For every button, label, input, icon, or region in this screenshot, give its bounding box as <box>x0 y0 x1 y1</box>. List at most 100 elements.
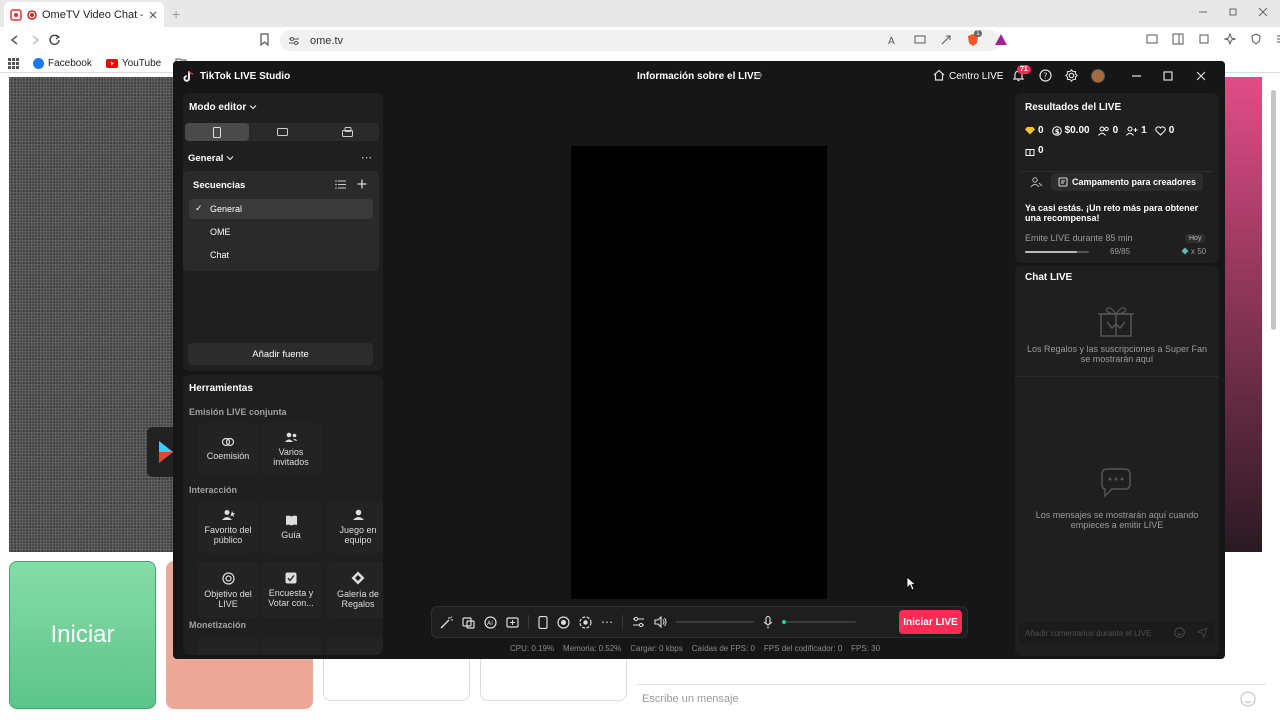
audio-mixer-icon[interactable] <box>632 616 645 628</box>
monetization-tool[interactable] <box>260 637 322 655</box>
close-window-icon[interactable] <box>1258 6 1268 18</box>
multi-guest-tool[interactable]: Varios invitados <box>260 423 322 475</box>
scene-group-dropdown[interactable]: General <box>188 153 223 164</box>
sequence-item[interactable]: ✓ General <box>189 199 373 219</box>
apps-grid-icon[interactable] <box>8 57 19 69</box>
likes-stat: 0 <box>1155 125 1174 136</box>
effects-icon[interactable] <box>462 616 475 629</box>
performance-status-bar: CPU: 0.19% Memoria: 0.52% Cargar: 0 kbps… <box>510 644 910 656</box>
forward-icon[interactable] <box>29 34 41 46</box>
layout-icon[interactable] <box>506 616 519 629</box>
team-game-icon <box>352 509 364 520</box>
browser-tab[interactable]: OmeTV Video Chat — Omeg <box>4 2 164 27</box>
home-icon[interactable] <box>933 69 945 81</box>
translate-icon[interactable]: A <box>888 34 900 46</box>
chat-comment-input[interactable]: Añadir comentarios durante el LIVE <box>1019 622 1215 644</box>
page-scrollbar[interactable] <box>1270 88 1278 708</box>
magic-wand-icon[interactable] <box>440 615 453 629</box>
reload-icon[interactable] <box>48 33 61 46</box>
settings-gear-icon[interactable] <box>1065 69 1078 82</box>
divider <box>1015 376 1219 377</box>
scrollbar-thumb[interactable] <box>1271 90 1276 330</box>
studio-minimize-icon[interactable] <box>1131 71 1142 81</box>
share-arrow-icon[interactable] <box>752 70 763 81</box>
dual-mode-button[interactable] <box>315 123 379 141</box>
more-options-icon[interactable]: ⋯ <box>361 151 372 164</box>
cohost-tool[interactable]: Coemisión <box>197 423 259 475</box>
monetization-tool[interactable] <box>197 637 259 655</box>
sequence-item[interactable]: OME <box>189 222 373 242</box>
bookmark-facebook[interactable]: Facebook <box>33 57 92 69</box>
wallet-icon[interactable] <box>1146 33 1158 45</box>
ai-assistant-icon[interactable] <box>1224 33 1236 45</box>
team-game-tool[interactable]: Juego en equipo <box>327 501 383 553</box>
bookmark-icon[interactable] <box>259 33 270 46</box>
address-bar-actions: A 1 <box>888 30 1008 47</box>
start-live-button[interactable]: Iniciar LIVE <box>899 610 962 634</box>
editor-mode-dropdown[interactable]: Modo editor <box>189 102 246 113</box>
ai-icon[interactable]: AI <box>484 615 497 629</box>
creator-camp-button[interactable]: Campamento para creadores <box>1051 173 1204 191</box>
site-info-icon[interactable] <box>288 36 300 46</box>
new-tab-button[interactable]: + <box>172 6 180 22</box>
menu-icon[interactable] <box>1276 33 1280 45</box>
google-play-badge[interactable] <box>147 427 175 477</box>
monetization-tool[interactable] <box>327 637 383 655</box>
favorite-audience-tool[interactable]: Favorito del público <box>197 501 259 553</box>
chevron-down-icon[interactable] <box>226 154 234 162</box>
user-avatar[interactable] <box>1091 69 1105 83</box>
vpn-shield-icon[interactable] <box>1250 33 1262 45</box>
task-progress-text: 69/85 <box>1110 247 1131 256</box>
bookmark-youtube[interactable]: YouTube <box>105 58 161 69</box>
sequence-item[interactable]: Chat <box>189 245 373 265</box>
send-icon[interactable] <box>1197 627 1208 638</box>
more-controls-icon[interactable]: ⋯ <box>601 615 613 629</box>
gift-gallery-tool[interactable]: Galería de Regalos <box>327 562 383 618</box>
live-preview-canvas[interactable] <box>571 146 827 599</box>
replay-icon[interactable] <box>579 615 592 629</box>
help-icon[interactable]: ? <box>1039 69 1052 82</box>
heart-icon <box>1155 125 1166 136</box>
live-center-link[interactable]: Centro LIVE <box>949 71 1003 82</box>
live-goal-tool[interactable]: Objetivo del LIVE <box>197 562 259 618</box>
emoji-icon[interactable] <box>1174 627 1185 638</box>
monetization-section-label: Monetización <box>189 620 247 630</box>
portrait-mode-button[interactable] <box>185 123 249 141</box>
results-stats-row: 0 $ $0.00 0 1 0 <box>1025 125 1174 136</box>
stream-control-bar: AI ⋯ <box>431 606 968 638</box>
sidebar-icon[interactable] <box>1172 33 1184 45</box>
speaker-icon[interactable] <box>654 616 667 628</box>
brave-shield-icon[interactable]: 1 <box>966 30 982 47</box>
reward-icon <box>1181 247 1189 255</box>
tab-close-icon[interactable] <box>148 10 158 20</box>
brave-rewards-icon[interactable] <box>994 33 1008 47</box>
emoji-icon[interactable] <box>1240 691 1256 707</box>
restore-window-icon[interactable] <box>1228 6 1238 18</box>
cast-icon[interactable] <box>914 34 926 46</box>
landscape-mode-button[interactable] <box>250 123 314 141</box>
add-sequence-icon[interactable] <box>357 179 367 189</box>
start-chat-button[interactable]: Iniciar <box>9 561 156 709</box>
share-icon[interactable] <box>940 34 952 46</box>
gift-icon <box>1025 148 1035 156</box>
live-info-title[interactable]: Información sobre el LIVE <box>637 71 760 82</box>
extensions-icon[interactable] <box>1198 33 1210 45</box>
back-icon[interactable] <box>9 34 21 46</box>
mic-volume-slider[interactable] <box>782 620 856 624</box>
minimize-window-icon[interactable] <box>1198 6 1208 18</box>
guide-tool[interactable]: Guía <box>260 501 322 553</box>
record-icon[interactable] <box>557 615 570 629</box>
message-input[interactable]: Escribe un mensaje <box>636 684 1266 712</box>
today-tag: Hoy <box>1185 234 1206 243</box>
poll-tool[interactable]: Encuesta y Votar con... <box>260 562 322 618</box>
studio-close-icon[interactable] <box>1196 71 1206 81</box>
add-source-button[interactable]: Añadir fuente <box>188 343 373 365</box>
microphone-icon[interactable] <box>763 615 773 629</box>
upload-status: Cargar: 0 kbps <box>630 644 683 653</box>
speaker-volume-slider[interactable] <box>676 621 754 623</box>
tool-label: Varios invitados <box>273 446 309 467</box>
studio-maximize-icon[interactable] <box>1163 71 1173 81</box>
phone-icon[interactable] <box>538 615 548 629</box>
chevron-down-icon[interactable] <box>249 103 257 111</box>
list-view-icon[interactable] <box>335 180 346 189</box>
